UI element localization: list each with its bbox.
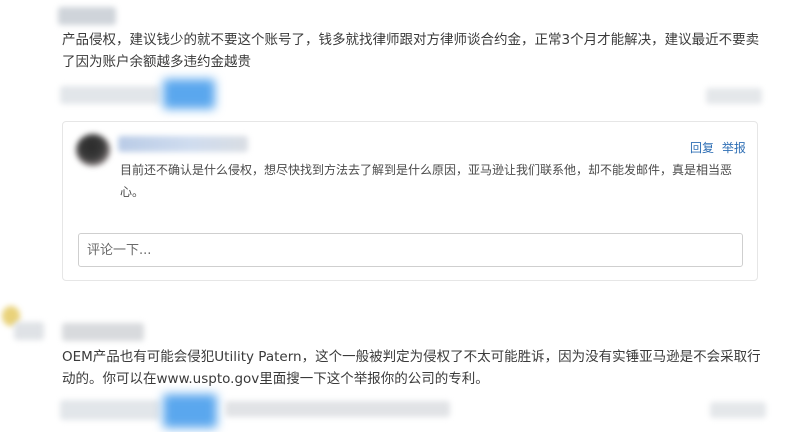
report-button[interactable]: 举报: [722, 141, 746, 155]
reply-actions: 回复 举报: [690, 139, 746, 156]
comment-meta-redacted: [60, 86, 160, 104]
reply-text: 目前还不确认是什么侵权，想尽快找到方法去了解到是什么原因，亚马逊让我们联系他，却…: [120, 163, 733, 199]
avatar-redacted-secondary: [14, 322, 44, 340]
like-button-redacted[interactable]: [163, 394, 217, 428]
comment-text: OEM产品也有可能会侵犯Utility Patern，这个一般被判定为侵权了不太…: [62, 349, 761, 387]
comment-meta-redacted: [60, 400, 160, 420]
comment-input[interactable]: [78, 233, 743, 267]
comment-time-redacted: [710, 402, 766, 418]
username-redacted: [62, 323, 144, 341]
comment-meta-redacted-extra: [225, 401, 450, 417]
comment-time-redacted: [706, 88, 762, 104]
like-button-redacted[interactable]: [163, 79, 215, 109]
reply-username-redacted: [118, 136, 248, 152]
comment-text: 产品侵权，建议钱少的就不要这个账号了，钱多就找律师跟对方律师谈合约金，正常3个月…: [62, 32, 760, 70]
username-redacted: [58, 7, 116, 25]
reply-button[interactable]: 回复: [690, 141, 714, 155]
avatar: [76, 134, 110, 166]
